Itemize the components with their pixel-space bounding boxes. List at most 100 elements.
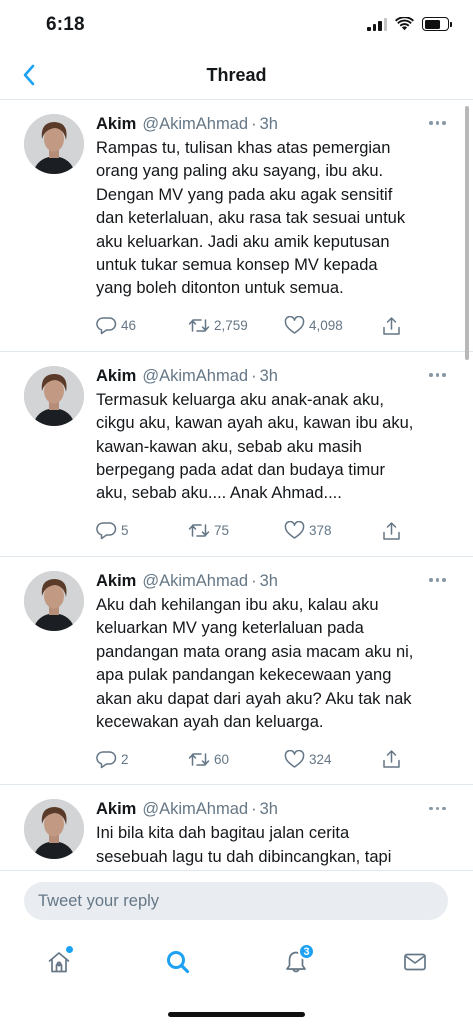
reply-icon bbox=[96, 522, 117, 540]
header-separator: · bbox=[251, 366, 257, 385]
retweet-icon bbox=[188, 319, 210, 333]
profile-photo bbox=[24, 114, 84, 174]
more-options-button[interactable] bbox=[429, 118, 449, 128]
more-options-button[interactable] bbox=[429, 370, 449, 380]
tab-search[interactable] bbox=[158, 942, 198, 982]
reply-count: 5 bbox=[121, 523, 129, 539]
tweet-actions: 2 60 324 bbox=[96, 744, 447, 774]
page-title: Thread bbox=[206, 65, 267, 85]
profile-photo bbox=[24, 799, 84, 860]
retweet-button[interactable]: 75 bbox=[188, 522, 284, 539]
more-options-button[interactable] bbox=[429, 803, 449, 813]
author-handle[interactable]: @AkimAhmad bbox=[142, 799, 248, 819]
tweet-actions: 46 2,759 4,098 bbox=[96, 311, 447, 341]
tweet-timestamp: 3h bbox=[259, 366, 278, 385]
more-horizontal-icon bbox=[429, 806, 433, 811]
cellular-signal-icon bbox=[367, 17, 387, 31]
share-icon bbox=[383, 522, 400, 540]
like-button[interactable]: 378 bbox=[284, 521, 382, 540]
reply-count: 2 bbox=[121, 751, 129, 767]
like-button[interactable]: 324 bbox=[284, 749, 382, 769]
heart-icon bbox=[284, 749, 305, 768]
tweet-text: Ini bila kita dah bagitau jalan cerita s… bbox=[96, 824, 392, 866]
thread[interactable]: Akim @AkimAhmad · 3h Rampas tu, tulisan … bbox=[0, 100, 473, 870]
more-horizontal-icon bbox=[429, 373, 433, 377]
reply-button[interactable]: 46 bbox=[96, 316, 188, 335]
author-name[interactable]: Akim bbox=[96, 366, 136, 386]
retweet-button[interactable]: 60 bbox=[188, 751, 284, 768]
author-name[interactable]: Akim bbox=[96, 571, 136, 591]
tweet-header: Akim @AkimAhmad · 3h bbox=[96, 799, 447, 819]
search-icon bbox=[167, 951, 190, 974]
tweet-timestamp: 3h bbox=[259, 571, 278, 590]
author-handle[interactable]: @AkimAhmad bbox=[142, 366, 248, 386]
avatar[interactable] bbox=[24, 799, 84, 860]
avatar[interactable] bbox=[24, 365, 84, 426]
retweet-icon bbox=[188, 524, 210, 538]
reply-bar bbox=[0, 870, 473, 932]
more-options-button[interactable] bbox=[429, 575, 449, 585]
retweet-count: 60 bbox=[214, 751, 230, 767]
reply-button[interactable]: 2 bbox=[96, 750, 188, 769]
profile-photo bbox=[24, 570, 84, 631]
status-bar: 6:18 bbox=[0, 0, 473, 52]
tweet-timestamp: 3h bbox=[259, 800, 278, 819]
share-button[interactable] bbox=[382, 749, 401, 769]
tweet[interactable]: Akim @AkimAhmad · 3h Termasuk keluarga a… bbox=[0, 352, 473, 557]
wifi-icon bbox=[395, 17, 414, 31]
share-button[interactable] bbox=[382, 316, 401, 336]
reply-count: 46 bbox=[121, 318, 137, 334]
author-name[interactable]: Akim bbox=[96, 114, 136, 134]
home-indicator bbox=[168, 1012, 305, 1017]
heart-icon bbox=[284, 521, 305, 540]
like-count: 4,098 bbox=[309, 318, 343, 334]
tweet[interactable]: Akim @AkimAhmad · 3h Ini bila kita dah b… bbox=[0, 785, 473, 870]
like-button[interactable]: 4,098 bbox=[284, 316, 382, 335]
heart-icon bbox=[284, 316, 305, 335]
retweet-icon bbox=[188, 753, 210, 766]
reply-icon bbox=[96, 751, 117, 769]
tweet-text: Rampas tu, tulisan khas atas pemergian o… bbox=[96, 139, 406, 298]
header-separator: · bbox=[251, 115, 257, 133]
share-icon bbox=[383, 750, 400, 769]
share-icon bbox=[383, 317, 400, 335]
avatar[interactable] bbox=[24, 570, 84, 631]
like-count: 324 bbox=[309, 751, 332, 767]
share-button[interactable] bbox=[382, 521, 401, 541]
reply-input[interactable] bbox=[24, 882, 448, 920]
tweet-timestamp: 3h bbox=[259, 115, 278, 133]
avatar[interactable] bbox=[24, 114, 84, 174]
retweet-button[interactable]: 2,759 bbox=[188, 317, 284, 334]
nav-bar: Thread bbox=[0, 52, 473, 100]
tweet-actions: 5 75 378 bbox=[96, 516, 447, 546]
reply-icon bbox=[96, 317, 117, 335]
tweet-text: Termasuk keluarga aku anak-anak aku, cik… bbox=[96, 390, 414, 503]
tab-messages[interactable] bbox=[395, 942, 435, 982]
retweet-count: 2,759 bbox=[214, 318, 248, 334]
tab-home[interactable] bbox=[39, 942, 79, 982]
tweet[interactable]: Akim @AkimAhmad · 3h Aku dah kehilangan … bbox=[0, 557, 473, 786]
tweet-header: Akim @AkimAhmad · 3h bbox=[96, 571, 447, 591]
tweet-text: Aku dah kehilangan ibu aku, kalau aku ke… bbox=[96, 595, 414, 731]
scrollbar[interactable] bbox=[465, 106, 469, 360]
home-new-indicator bbox=[66, 946, 73, 953]
tab-notifications[interactable]: 3 bbox=[276, 942, 316, 982]
more-horizontal-icon bbox=[429, 121, 433, 125]
status-time: 6:18 bbox=[46, 14, 85, 35]
tweet-header: Akim @AkimAhmad · 3h bbox=[96, 366, 447, 386]
author-name[interactable]: Akim bbox=[96, 799, 136, 819]
tweet[interactable]: Akim @AkimAhmad · 3h Rampas tu, tulisan … bbox=[0, 100, 473, 352]
reply-button[interactable]: 5 bbox=[96, 521, 188, 540]
author-handle[interactable]: @AkimAhmad bbox=[142, 114, 248, 134]
retweet-count: 75 bbox=[214, 523, 230, 539]
author-handle[interactable]: @AkimAhmad bbox=[142, 571, 248, 591]
status-icons bbox=[367, 17, 452, 31]
notifications-badge: 3 bbox=[298, 943, 315, 960]
mail-icon bbox=[404, 953, 426, 971]
battery-icon bbox=[422, 17, 452, 31]
tab-bar: 3 bbox=[0, 932, 473, 1024]
like-count: 378 bbox=[309, 523, 332, 539]
more-horizontal-icon bbox=[429, 578, 433, 582]
header-separator: · bbox=[251, 800, 257, 819]
tweet-header: Akim @AkimAhmad · 3h bbox=[96, 114, 447, 134]
